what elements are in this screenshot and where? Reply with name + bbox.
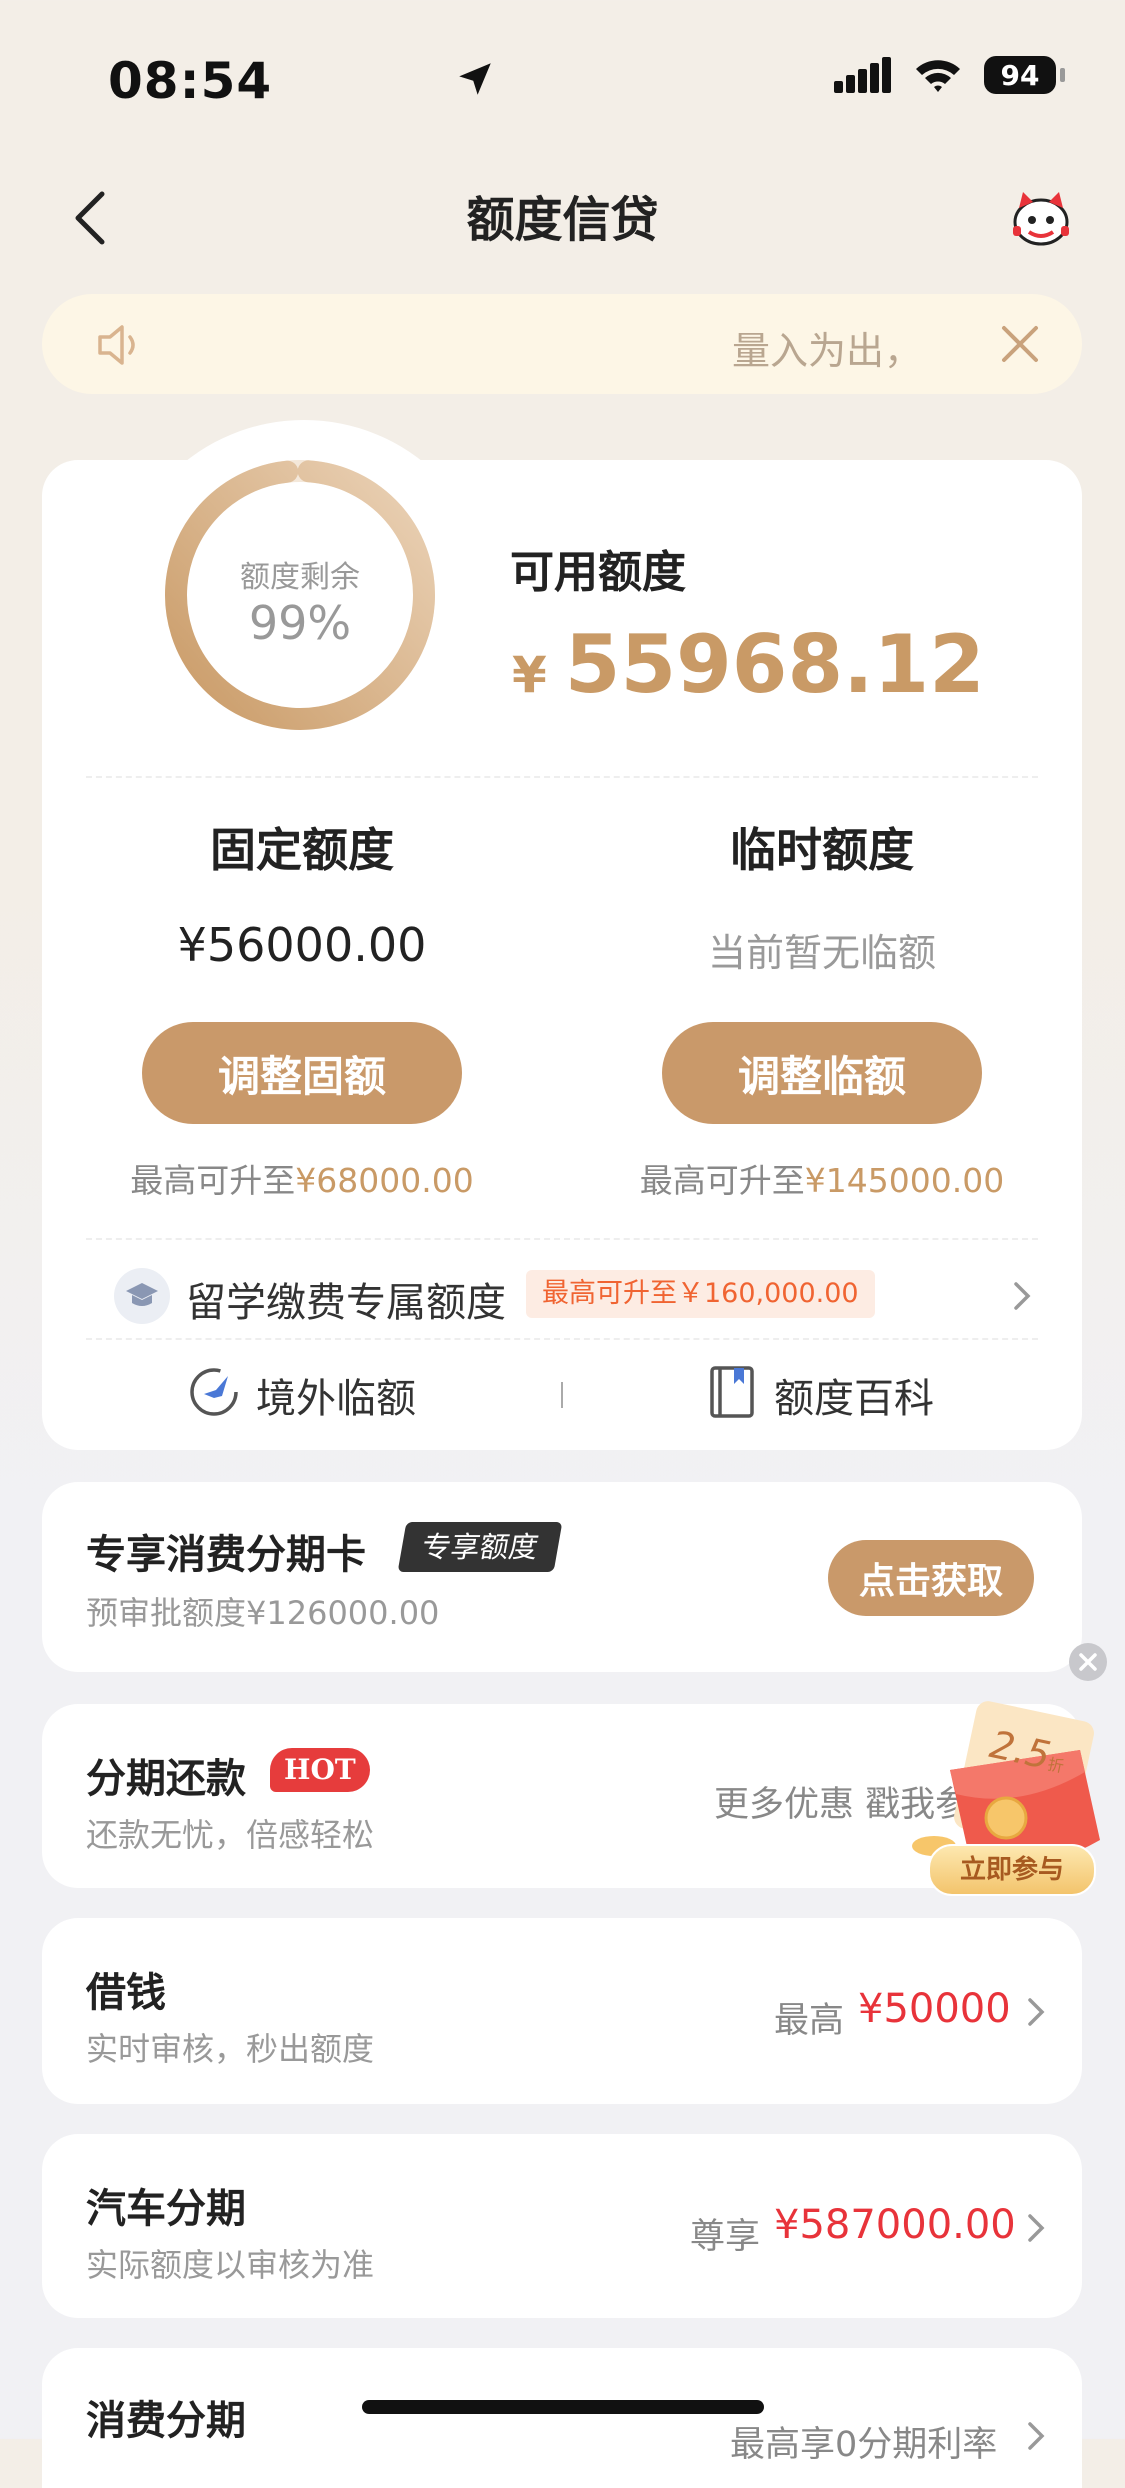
consumer-loan-title: 消费分期: [86, 2398, 246, 2444]
available-credit-amount: ¥55968.12: [512, 618, 985, 711]
divider: [86, 1238, 1038, 1240]
adjust-temporary-button[interactable]: 调整临额: [662, 1022, 982, 1124]
borrow-subtitle: 实时审核，秒出额度: [86, 2030, 375, 2068]
study-abroad-tag: 最高可升至￥160,000.00: [526, 1270, 875, 1318]
exclusive-credit-badge: 专享额度: [397, 1522, 563, 1572]
hot-badge: HOT: [270, 1748, 370, 1792]
temporary-credit-value: 当前暂无临额: [707, 931, 936, 975]
adjust-fixed-button[interactable]: 调整固额: [142, 1022, 462, 1124]
wifi-icon: [916, 60, 960, 92]
available-amount-value: 55968.12: [564, 618, 985, 711]
battery-cap: [1060, 68, 1065, 82]
fixed-credit-note: 最高可升至¥68000.00: [62, 1154, 542, 1202]
borrow-amount: ¥50000: [858, 1986, 1011, 2032]
fixed-credit-title: 固定额度: [210, 823, 394, 877]
installment-title: 分期还款: [86, 1756, 246, 1802]
chevron-right-icon[interactable]: [1024, 1992, 1050, 2032]
fixed-note-prefix: 最高可升至: [130, 1161, 296, 1200]
temporary-note-amount: ¥145000.00: [804, 1161, 1005, 1200]
borrow-title: 借钱: [86, 1970, 166, 2016]
installment-subtitle: 还款无忧，倍感轻松: [86, 1816, 375, 1854]
get-now-button[interactable]: 点击获取: [828, 1540, 1034, 1616]
currency-symbol: ¥: [512, 646, 547, 704]
close-icon[interactable]: [994, 318, 1046, 370]
ring-label: 额度剩余: [240, 560, 360, 595]
fixed-note-amount: ¥68000.00: [295, 1161, 474, 1200]
consumer-card-title: 专享消费分期卡: [86, 1532, 366, 1578]
car-loan-subtitle: 实际额度以审核为准: [86, 2246, 375, 2284]
signal-icon: [834, 57, 891, 93]
divider-vertical: [561, 1382, 563, 1408]
car-loan-title: 汽车分期: [86, 2186, 246, 2232]
home-indicator: [362, 2400, 764, 2414]
location-arrow-icon: [459, 63, 491, 95]
fixed-credit-value: ¥56000.00: [177, 918, 427, 972]
ring-percent: 99%: [248, 596, 352, 650]
car-loan-amount: ¥587000.00: [774, 2202, 1016, 2248]
consumer-card-subtitle: 预审批额度¥126000.00: [86, 1594, 440, 1632]
status-time: 08:54: [108, 52, 273, 110]
temporary-note-prefix: 最高可升至: [639, 1161, 805, 1200]
consumer-loan-promo: 最高享0分期利率: [730, 2425, 998, 2465]
overseas-temp-credit-link[interactable]: 境外临额: [256, 1366, 416, 1424]
available-credit-label: 可用额度: [510, 547, 686, 598]
status-icons: 94: [459, 56, 1065, 95]
study-abroad-credit-label[interactable]: 留学缴费专属额度: [186, 1270, 506, 1328]
book-icon: [710, 1366, 754, 1418]
notice-text: 量入为出，: [732, 329, 923, 373]
chevron-right-icon[interactable]: [1024, 2208, 1050, 2248]
chevron-right-icon[interactable]: [1010, 1276, 1036, 1316]
mascot-avatar-icon[interactable]: [1005, 182, 1077, 254]
divider: [86, 1338, 1038, 1340]
credit-wiki-link[interactable]: 额度百科: [774, 1366, 934, 1424]
graduation-cap-icon: [114, 1268, 170, 1324]
temporary-credit-title: 临时额度: [730, 823, 914, 877]
overseas-plane-icon: [190, 1368, 238, 1416]
floating-promo[interactable]: 2.5 折 立即参与: [910, 1690, 1110, 1900]
borrow-prefix: 最高: [774, 2001, 845, 2041]
join-now-button[interactable]: 立即参与: [928, 1844, 1096, 1896]
battery-indicator: 94: [984, 56, 1056, 94]
notice-bar[interactable]: 量入为出，: [42, 294, 1082, 394]
divider: [86, 776, 1038, 778]
car-loan-prefix: 尊享: [690, 2217, 761, 2257]
speaker-icon: [98, 325, 135, 365]
temporary-credit-note: 最高可升至¥145000.00: [582, 1154, 1062, 1202]
page-title: 额度信贷: [466, 192, 659, 248]
close-circle-icon[interactable]: [1068, 1642, 1108, 1682]
chevron-right-icon[interactable]: [1024, 2416, 1050, 2456]
